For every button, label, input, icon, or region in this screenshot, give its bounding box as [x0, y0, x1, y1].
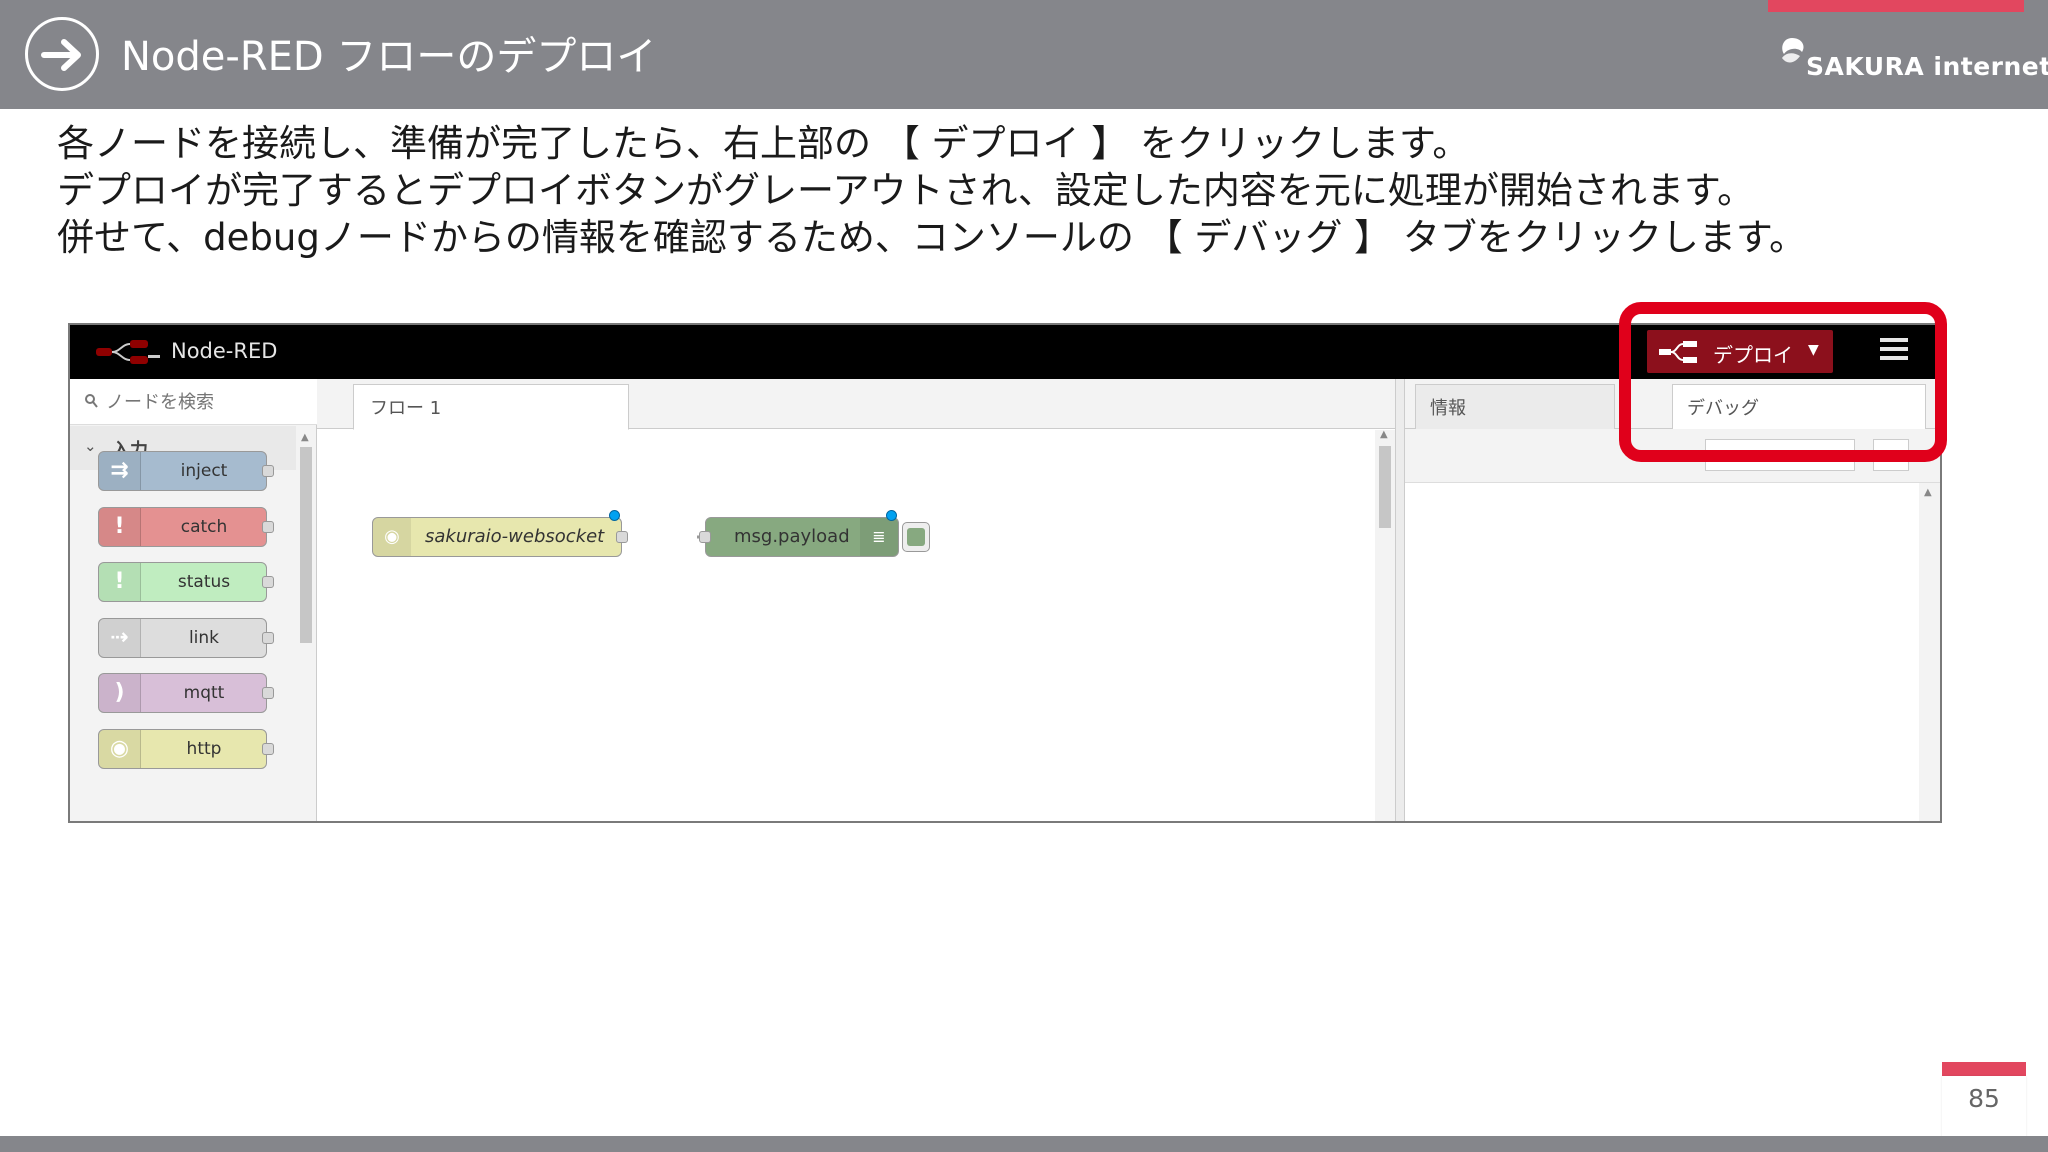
sakura-petal-icon [1782, 38, 1804, 63]
scroll-up-icon[interactable]: ▲ [1380, 429, 1388, 440]
tab-info[interactable]: 情報 [1415, 384, 1615, 430]
brand-name: SAKURA internet [1806, 52, 2048, 81]
highlight-box [1619, 302, 1947, 462]
palette-node-label: status [177, 572, 231, 592]
scroll-up-icon[interactable]: ▲ [301, 432, 309, 443]
globe-icon: ◉ [99, 730, 141, 768]
search-input[interactable] [104, 387, 304, 417]
sidebar-scrollbar[interactable]: ▲ [1919, 483, 1940, 821]
node-palette: ⌄ 入力 ⇉ inject ! catch ! status ⇢ link ) … [70, 379, 317, 821]
output-port[interactable] [262, 465, 274, 477]
toggle-indicator [907, 528, 925, 546]
palette-node-label: http [186, 739, 222, 759]
link-icon: ⇢ [99, 619, 141, 657]
output-port[interactable] [262, 576, 274, 588]
output-port[interactable] [262, 521, 274, 533]
output-port[interactable] [262, 687, 274, 699]
palette-node-label: mqtt [183, 683, 225, 703]
instruction-line-3: 併せて、debugノードからの情報を確認するため、コンソールの 【 デバッグ 】… [57, 216, 1807, 259]
accent-stripe [1768, 0, 2024, 12]
exclamation-icon: ! [99, 508, 141, 546]
workspace-canvas[interactable]: ◉ sakuraio-websocket msg.payload ≣ [317, 430, 1441, 821]
palette-node-label: catch [180, 517, 228, 537]
exclamation-icon: ! [99, 563, 141, 601]
footer-bar [0, 1136, 2048, 1152]
nodered-logo-icon [96, 340, 160, 364]
debug-toggle-button[interactable] [902, 522, 930, 552]
palette-node-http[interactable]: ◉ http [98, 729, 274, 769]
palette-node-mqtt[interactable]: ) mqtt [98, 673, 274, 713]
output-port[interactable] [616, 531, 628, 543]
palette-node-inject[interactable]: ⇉ inject [98, 451, 274, 491]
palette-scrollbar[interactable]: ▲ [298, 432, 314, 821]
instruction-line-2: デプロイが完了するとデプロイボタンがグレーアウトされ、設定した内容を元に処理が開… [57, 169, 1755, 212]
chevron-down-icon: ⌄ [84, 437, 97, 455]
brand-logo: SAKURA internet [1778, 36, 2048, 86]
sidebar-separator[interactable] [1395, 379, 1405, 821]
app-title: Node-RED [171, 339, 278, 363]
tab-label: フロー 1 [370, 398, 442, 419]
output-port[interactable] [262, 632, 274, 644]
scroll-thumb[interactable] [300, 447, 312, 643]
scroll-thumb[interactable] [1379, 446, 1391, 528]
page-number: 85 [1968, 1084, 2000, 1113]
instruction-text: 各ノードを接続し、準備が完了したら、右上部の 【 デプロイ 】 をクリックします… [57, 120, 2017, 261]
palette-search [70, 379, 317, 425]
flow-node-label: sakuraio-websocket [425, 526, 605, 547]
page-accent [1942, 1062, 2026, 1076]
arrow-icon: ⇉ [99, 452, 141, 490]
search-icon [85, 394, 98, 408]
tab-label: 情報 [1430, 398, 1466, 419]
arrow-right-icon [25, 17, 99, 91]
flow-node-msg-payload[interactable]: msg.payload ≣ [699, 510, 899, 557]
list-icon: ≣ [860, 518, 898, 556]
scroll-up-icon[interactable]: ▲ [1924, 487, 1932, 498]
tab-flow-1[interactable]: フロー 1 [353, 384, 629, 430]
globe-icon: ◉ [373, 518, 411, 556]
debug-messages [1405, 483, 1940, 821]
palette-node-catch[interactable]: ! catch [98, 507, 274, 547]
changed-indicator [609, 510, 620, 521]
workspace-scrollbar[interactable]: ▲ [1375, 429, 1395, 821]
bridge-icon: ) [99, 674, 141, 712]
palette-node-link[interactable]: ⇢ link [98, 618, 274, 658]
workspace-tabs: フロー 1 + [317, 379, 1460, 430]
flow-node-label: msg.payload [734, 526, 850, 547]
changed-indicator [886, 510, 897, 521]
palette-node-status[interactable]: ! status [98, 562, 274, 602]
palette-node-label: link [188, 628, 220, 648]
slide-title: Node-RED フローのデプロイ [121, 34, 657, 80]
flow-node-sakuraio-websocket[interactable]: ◉ sakuraio-websocket [372, 510, 628, 557]
instruction-line-1: 各ノードを接続し、準備が完了したら、右上部の 【 デプロイ 】 をクリックします… [57, 122, 1470, 165]
output-port[interactable] [262, 743, 274, 755]
palette-node-label: inject [180, 461, 228, 481]
input-port[interactable] [699, 531, 711, 543]
